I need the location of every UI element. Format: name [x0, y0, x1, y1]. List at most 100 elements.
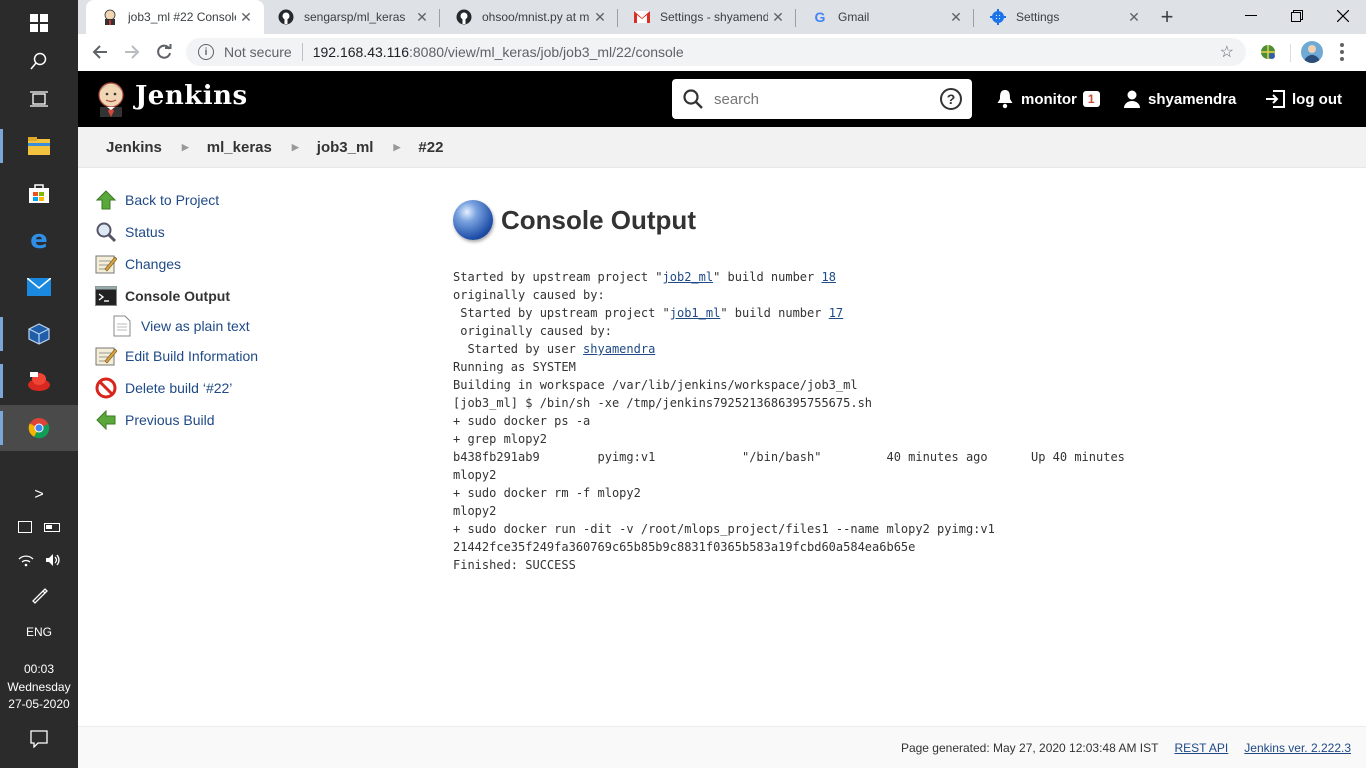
tab-job3-console[interactable]: job3_ml #22 Console ✕ [86, 0, 264, 34]
forward-button[interactable] [118, 38, 146, 66]
folder-icon [28, 137, 50, 155]
tray-row-1 [0, 512, 78, 542]
not-secure-label: Not secure [224, 44, 292, 60]
pen-workspace-button[interactable] [0, 580, 78, 610]
side-panel: Back to Project Status Changes Console O… [94, 184, 394, 436]
tab-settings[interactable]: Settings ✕ [974, 0, 1152, 34]
close-tab-icon[interactable]: ✕ [590, 9, 610, 26]
breadcrumb-arrow-icon[interactable]: ▶ [393, 142, 400, 153]
minimize-icon [1245, 15, 1257, 16]
close-tab-icon[interactable]: ✕ [768, 9, 788, 26]
task-edit-build-info[interactable]: Edit Build Information [94, 340, 394, 372]
build-18-link[interactable]: 18 [821, 270, 835, 284]
tray-row-2 [0, 545, 78, 575]
task-changes[interactable]: Changes [94, 248, 394, 280]
task-label: Status [125, 224, 165, 240]
upstream-job1-link[interactable]: job1_ml [670, 306, 721, 320]
bell-icon [997, 90, 1013, 109]
volume-icon[interactable] [45, 553, 61, 567]
browser-menu-button[interactable] [1334, 42, 1350, 62]
minimize-button[interactable] [1228, 0, 1274, 32]
gmail-icon [634, 9, 650, 25]
breadcrumb-build-22[interactable]: #22 [418, 139, 443, 156]
clock-date: 27-05-2020 [8, 697, 70, 711]
clock-time[interactable]: 00:03 [0, 662, 78, 676]
close-tab-icon[interactable]: ✕ [236, 9, 256, 26]
task-label: Edit Build Information [125, 348, 259, 364]
build-17-link[interactable]: 17 [829, 306, 843, 320]
task-label: View as plain text [141, 318, 250, 334]
close-tab-icon[interactable]: ✕ [412, 9, 432, 26]
language-indicator[interactable]: ENG [0, 625, 78, 639]
console-text: " build number [713, 270, 822, 284]
task-view-button[interactable] [0, 76, 78, 122]
red-app-icon [28, 372, 50, 391]
breadcrumb-ml-keras[interactable]: ml_keras [207, 139, 272, 156]
tab-gmail[interactable]: G Gmail ✕ [796, 0, 974, 34]
taskbar-virtualbox[interactable] [0, 311, 78, 357]
tab-mnist[interactable]: ohsoo/mnist.py at m ✕ [440, 0, 618, 34]
logout-icon [1266, 90, 1285, 108]
search-input[interactable] [714, 90, 934, 108]
task-status[interactable]: Status [94, 216, 394, 248]
task-label: Delete build ‘#22’ [125, 380, 233, 396]
show-hidden-icons-button[interactable]: > [0, 480, 78, 510]
avatar-icon [1304, 45, 1320, 63]
taskbar-file-explorer[interactable] [0, 123, 78, 169]
reload-button[interactable] [150, 38, 178, 66]
tablet-icon[interactable] [18, 521, 32, 533]
console-text: originally caused by: [453, 324, 612, 338]
extension-button[interactable] [1258, 42, 1278, 62]
close-tab-icon[interactable]: ✕ [946, 9, 966, 26]
taskbar-store[interactable] [0, 170, 78, 216]
jenkins-butler-logo[interactable] [94, 81, 128, 117]
breadcrumb-arrow-icon[interactable]: ▶ [292, 142, 299, 153]
back-button[interactable] [86, 38, 114, 66]
task-console-output[interactable]: Console Output [94, 280, 394, 312]
close-window-button[interactable] [1320, 0, 1366, 32]
google-icon: G [814, 9, 826, 25]
battery-icon[interactable] [44, 522, 60, 532]
tab-title: Settings [1016, 10, 1060, 24]
task-view-plain-text[interactable]: View as plain text [94, 312, 394, 340]
console-text: originally caused by: [453, 288, 605, 302]
bookmark-star-icon[interactable]: ☆ [1220, 42, 1234, 62]
page-generated-text: Page generated: May 27, 2020 12:03:48 AM… [900, 740, 1159, 755]
close-tab-icon[interactable]: ✕ [1124, 9, 1144, 26]
help-icon[interactable]: ? [940, 88, 962, 110]
breadcrumb-arrow-icon[interactable]: ▶ [182, 142, 189, 153]
breadcrumb-jenkins[interactable]: Jenkins [106, 139, 162, 156]
jenkins-title[interactable]: Jenkins [135, 81, 248, 111]
action-center-button[interactable] [0, 724, 78, 754]
jenkins-version-link[interactable]: Jenkins ver. 2.222.3 [1244, 741, 1351, 755]
task-previous-build[interactable]: Previous Build [94, 404, 394, 436]
magnifier-icon [94, 220, 118, 244]
profile-avatar[interactable] [1301, 41, 1323, 63]
notepad-icon [94, 344, 118, 368]
restore-button[interactable] [1274, 0, 1320, 32]
breadcrumb-job3-ml[interactable]: job3_ml [317, 139, 374, 156]
user-icon [1124, 90, 1140, 108]
taskbar-chrome[interactable] [0, 405, 78, 451]
task-back-to-project[interactable]: Back to Project [94, 184, 394, 216]
upstream-job2-link[interactable]: job2_ml [663, 270, 714, 284]
new-tab-button[interactable]: + [1154, 4, 1180, 30]
notification-icon [30, 730, 48, 748]
wifi-icon[interactable] [18, 553, 34, 567]
taskbar-app-red[interactable] [0, 358, 78, 404]
user-menu[interactable]: shyamendra [1124, 71, 1236, 127]
monitor-button[interactable]: monitor 1 [996, 71, 1100, 127]
rest-api-link[interactable]: REST API [1174, 741, 1228, 755]
info-icon[interactable]: i [198, 44, 214, 60]
tab-gmail-settings[interactable]: Settings - shyamendr ✕ [618, 0, 796, 34]
up-arrow-icon [94, 188, 118, 212]
taskbar-mail[interactable] [0, 264, 78, 310]
address-bar[interactable]: i Not secure 192.168.43.116:8080/view/ml… [186, 38, 1246, 66]
tab-ml-keras[interactable]: sengarsp/ml_keras ✕ [262, 0, 440, 34]
taskbar-edge[interactable]: e [0, 217, 78, 263]
task-delete-build[interactable]: Delete build ‘#22’ [94, 372, 394, 404]
close-icon [1337, 10, 1349, 22]
user-link[interactable]: shyamendra [583, 342, 655, 356]
menu-dot-icon [1340, 49, 1344, 54]
logout-link[interactable]: log out [1265, 71, 1342, 127]
